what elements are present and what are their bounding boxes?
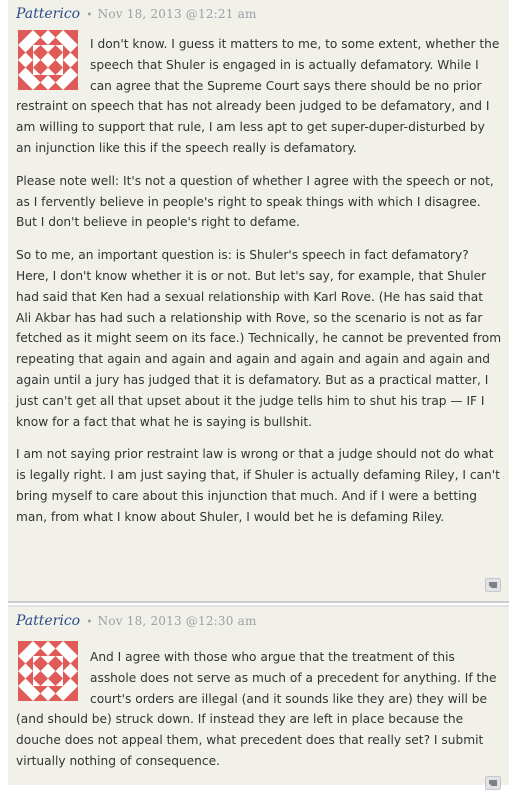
comment-timestamp-link[interactable]: Nov 18, 2013 @12:30 am [98, 614, 257, 628]
reply-icon [489, 582, 497, 588]
comment-author-link[interactable]: Patterico [16, 6, 80, 22]
comment-paragraph: And I agree with those who argue that th… [16, 650, 497, 768]
comment-body: And I agree with those who argue that th… [16, 647, 502, 784]
comment-paragraph: I am not saying prior restraint law is w… [16, 447, 500, 524]
comment: Patterico • Nov 18, 2013 @12:21 am I don… [8, 0, 509, 603]
meta-separator: • [86, 8, 93, 21]
comment-paragraph: I don't know. I guess it matters to me, … [16, 37, 500, 155]
comment-author-link[interactable]: Patterico [16, 613, 80, 629]
comment-paragraph: So to me, an important question is: is S… [16, 248, 502, 429]
comment-body: I don't know. I guess it matters to me, … [16, 34, 502, 540]
comment-timestamp-link[interactable]: Nov 18, 2013 @12:21 am [98, 7, 257, 21]
meta-separator: • [86, 615, 93, 628]
comment-paragraph: Please note well: It's not a question of… [16, 173, 494, 230]
comment-meta: Patterico • Nov 18, 2013 @12:21 am [16, 4, 257, 22]
reply-button[interactable] [485, 578, 501, 592]
reply-icon [489, 780, 497, 786]
comment-meta: Patterico • Nov 18, 2013 @12:30 am [16, 611, 257, 629]
comment-thread: Patterico • Nov 18, 2013 @12:21 am I don… [0, 0, 509, 790]
comment: Patterico • Nov 18, 2013 @12:30 am And I… [8, 605, 509, 790]
reply-button[interactable] [485, 776, 501, 790]
